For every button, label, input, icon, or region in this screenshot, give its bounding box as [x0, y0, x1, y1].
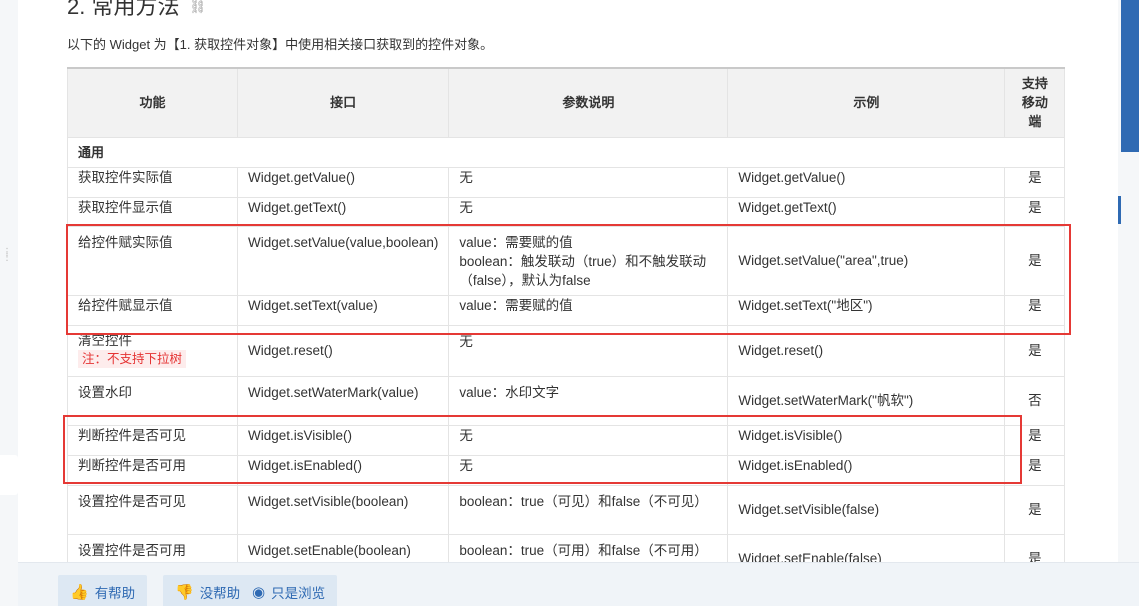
table-header-row: 功能 接口 参数说明 示例 支持移动端: [67, 67, 1066, 138]
eye-icon: ◉: [252, 584, 266, 601]
cell-mobile: 是: [1004, 454, 1066, 486]
header-mobile: 支持移动端: [1004, 67, 1066, 138]
link-icon[interactable]: ⛓: [189, 0, 206, 22]
header-example: 示例: [727, 67, 1006, 138]
not-helpful-button[interactable]: 👎 没帮助: [163, 575, 253, 606]
table-row: 判断控件是否可用 Widget.isEnabled() 无 Widget.isE…: [67, 454, 1066, 486]
not-helpful-label: 没帮助: [199, 586, 241, 601]
cell-func: 给控件赋实际值: [67, 225, 238, 296]
helpful-button[interactable]: 👍 有帮助: [58, 575, 148, 606]
side-panel-tab[interactable]: [1121, 0, 1139, 152]
table-section-row: 通用: [66, 136, 1066, 168]
cell-param: boolean：true（可见）和false（不可见）: [448, 484, 729, 535]
section-heading: 2. 常用方法 ⛓: [67, 0, 206, 22]
cell-func: 清空控件 注：不支持下拉树: [67, 324, 238, 377]
thumbs-up-icon: 👍: [70, 584, 89, 601]
cell-param: 无: [448, 324, 729, 377]
table-row: 获取控件显示值 Widget.getText() 无 Widget.getTex…: [67, 196, 1066, 227]
cell-mobile: 是: [1004, 225, 1066, 296]
side-card: [0, 455, 18, 495]
drag-handle-icon[interactable]: ⋮ ⋮: [2, 248, 12, 263]
table-row: 设置水印 Widget.setWaterMark(value) value：水印…: [67, 375, 1066, 426]
cell-example: Widget.getText(): [727, 196, 1006, 227]
thumbs-down-icon: 👎: [175, 584, 194, 601]
cell-param: 无: [448, 424, 729, 456]
api-table: 功能 接口 参数说明 示例 支持移动端 通用 获取控件实际值 Widget.ge…: [66, 67, 1066, 584]
table-row: 给控件赋显示值 Widget.setText(value) value：需要赋的…: [67, 294, 1066, 326]
cell-func: 设置控件是否可见: [67, 484, 238, 535]
table-row: 清空控件 注：不支持下拉树 Widget.reset() 无 Widget.re…: [67, 324, 1066, 377]
header-api: 接口: [236, 67, 450, 138]
just-browsing-label: 只是浏览: [271, 586, 326, 601]
table-row: 设置控件是否可见 Widget.setVisible(boolean) bool…: [67, 484, 1066, 535]
note-badge: 注：不支持下拉树: [78, 349, 187, 368]
cell-api: Widget.isEnabled(): [236, 454, 450, 486]
cell-api: Widget.setWaterMark(value): [236, 375, 450, 426]
cell-example: Widget.setVisible(false): [727, 484, 1006, 535]
cell-mobile: 否: [1004, 375, 1066, 426]
document-content: 2. 常用方法 ⛓ 以下的 Widget 为【1. 获取控件对象】中使用相关接口…: [18, 0, 1118, 606]
cell-mobile: 是: [1004, 196, 1066, 227]
cell-mobile: 是: [1004, 324, 1066, 377]
header-param: 参数说明: [448, 67, 729, 138]
cell-example: Widget.isVisible(): [727, 424, 1006, 456]
cell-example: Widget.isEnabled(): [727, 454, 1006, 486]
cell-func: 判断控件是否可见: [67, 424, 238, 456]
cell-api: Widget.setText(value): [236, 294, 450, 326]
cell-func: 获取控件实际值: [67, 166, 238, 198]
cell-mobile: 是: [1004, 424, 1066, 456]
cell-func-text: 清空控件: [78, 332, 132, 348]
cell-api: Widget.setVisible(boolean): [236, 484, 450, 535]
cell-param: 无: [448, 166, 729, 198]
left-gutter: ⋮ ⋮: [0, 0, 18, 606]
cell-func: 判断控件是否可用: [67, 454, 238, 486]
cell-param: value：水印文字: [448, 375, 729, 426]
cell-mobile: 是: [1004, 484, 1066, 535]
cell-api: Widget.reset(): [236, 324, 450, 377]
table-row: 判断控件是否可见 Widget.isVisible() 无 Widget.isV…: [67, 424, 1066, 456]
helpful-label: 有帮助: [94, 586, 136, 601]
table-row: 获取控件实际值 Widget.getValue() 无 Widget.getVa…: [67, 166, 1066, 198]
cell-param: value：需要赋的值: [448, 294, 729, 326]
cell-func: 获取控件显示值: [67, 196, 238, 227]
just-browsing-button[interactable]: ◉ 只是浏览: [240, 575, 338, 606]
cell-mobile: 是: [1004, 166, 1066, 198]
section-label: 通用: [66, 136, 1066, 168]
cell-param: value：需要赋的值 boolean：触发联动（true）和不触发联动（fal…: [448, 225, 729, 296]
side-indicator: [1118, 196, 1121, 224]
table-row: 给控件赋实际值 Widget.setValue(value,boolean) v…: [67, 225, 1066, 296]
right-gutter: [1118, 0, 1139, 606]
cell-param: 无: [448, 454, 729, 486]
cell-example: Widget.setText("地区"): [727, 294, 1006, 326]
cell-example: Widget.setValue("area",true): [727, 225, 1006, 296]
cell-example: Widget.reset(): [727, 324, 1006, 377]
cell-example: Widget.getValue(): [727, 166, 1006, 198]
cell-example: Widget.setWaterMark("帆软"): [727, 375, 1006, 426]
cell-api: Widget.setValue(value,boolean): [236, 225, 450, 296]
cell-param: 无: [448, 196, 729, 227]
intro-text: 以下的 Widget 为【1. 获取控件对象】中使用相关接口获取到的控件对象。: [67, 37, 494, 52]
header-func: 功能: [67, 67, 238, 138]
cell-func: 给控件赋显示值: [67, 294, 238, 326]
cell-api: Widget.getValue(): [236, 166, 450, 198]
section-heading-text: 2. 常用方法: [67, 0, 180, 19]
cell-func: 设置水印: [67, 375, 238, 426]
feedback-bar: 👍 有帮助 👎 没帮助 ◉ 只是浏览: [18, 562, 1139, 606]
cell-api: Widget.isVisible(): [236, 424, 450, 456]
cell-mobile: 是: [1004, 294, 1066, 326]
cell-api: Widget.getText(): [236, 196, 450, 227]
